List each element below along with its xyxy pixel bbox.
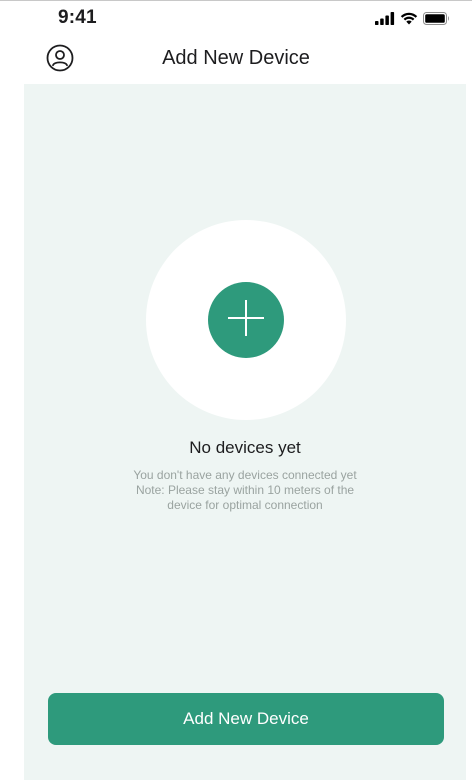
status-bar: 9:41: [0, 0, 472, 34]
description-line: device for optimal connection: [167, 498, 323, 512]
description-line: You don't have any devices connected yet: [133, 468, 357, 482]
nav-bar: Add New Device: [0, 34, 472, 84]
description-line: Note: Please stay within 10 meters of th…: [135, 483, 355, 497]
status-icons: [375, 10, 450, 26]
empty-state-title: No devices yet: [189, 438, 301, 457]
add-device-plus-button[interactable]: [208, 282, 284, 358]
wifi-icon: [400, 12, 418, 25]
page-title: Add New Device: [162, 47, 310, 69]
add-new-device-button[interactable]: Add New Device: [48, 693, 444, 745]
main-content: No devices yet You don't have any device…: [24, 84, 466, 780]
signal-icon: [375, 11, 395, 25]
plus-icon: [226, 298, 266, 343]
empty-state-illustration: [146, 220, 346, 420]
battery-icon: [423, 11, 450, 25]
status-time: 9:41: [58, 7, 97, 28]
empty-state-description: You don't have any devices connected yet…: [94, 468, 396, 513]
